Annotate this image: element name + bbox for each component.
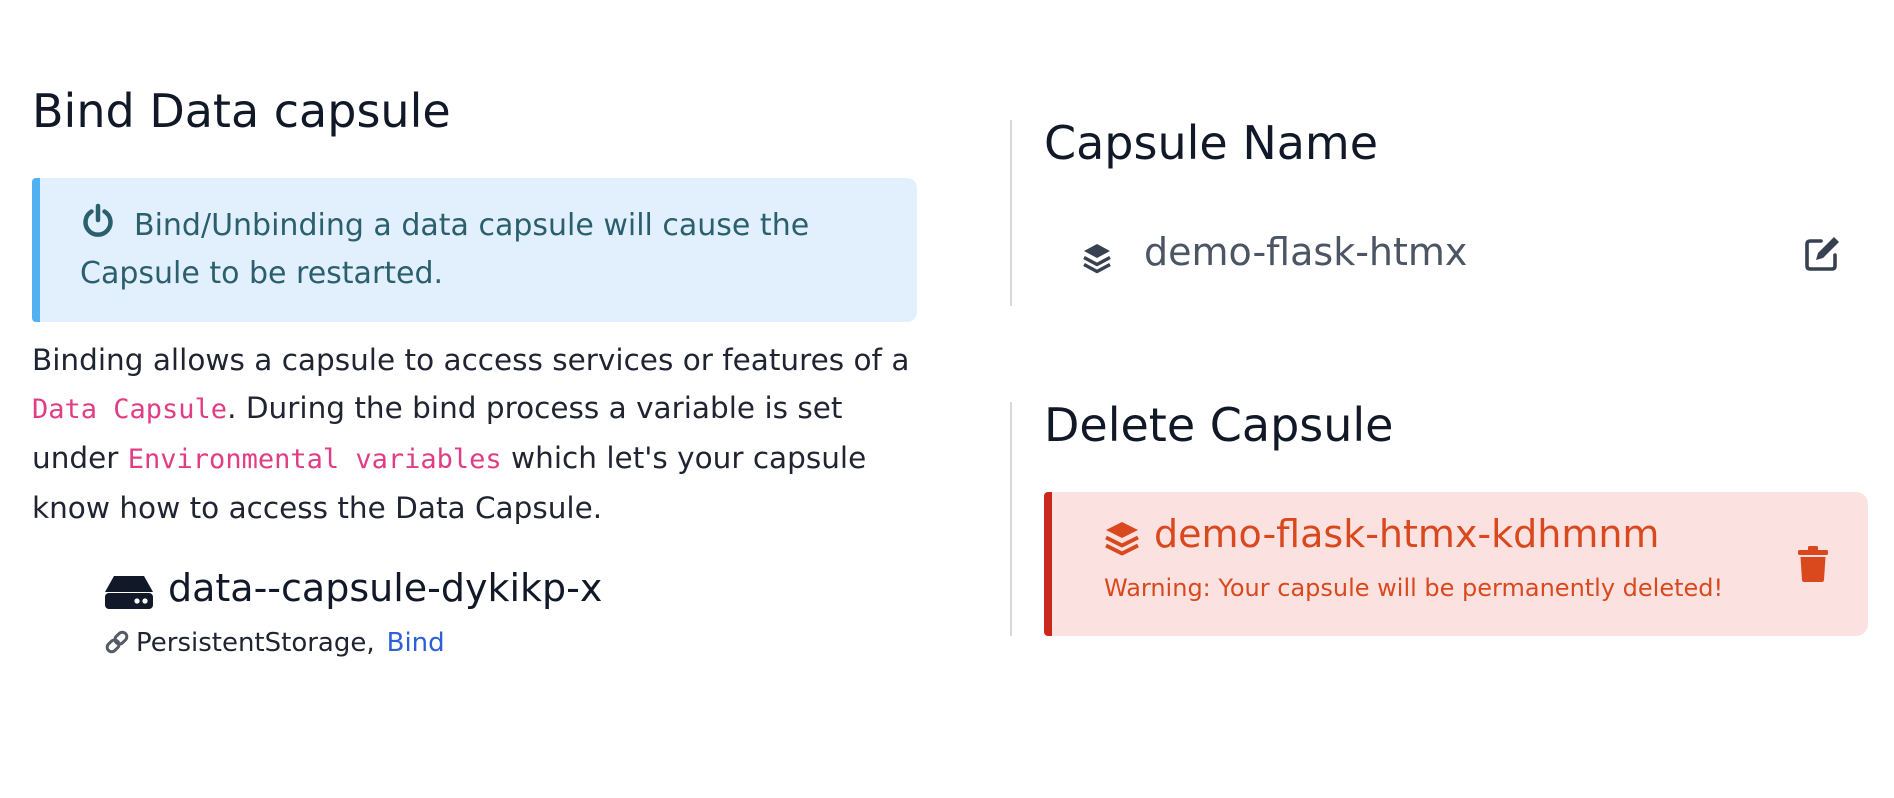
- restart-notice-text: Bind/Unbinding a data capsule will cause…: [80, 208, 810, 291]
- power-icon: [80, 203, 116, 239]
- environmental-variables-code: Environmental variables: [127, 444, 502, 475]
- edit-icon[interactable]: [1802, 234, 1842, 274]
- capsule-settings-page: Bind Data capsule Bind/Unbinding a data …: [0, 0, 1894, 798]
- bind-section-title: Bind Data capsule: [32, 84, 451, 138]
- data-capsule-type: PersistentStorage,: [136, 628, 375, 658]
- capsule-name-title: Capsule Name: [1044, 116, 1379, 170]
- layers-icon: [1082, 242, 1112, 276]
- bind-link[interactable]: Bind: [387, 628, 445, 658]
- delete-capsule-title: Delete Capsule: [1044, 398, 1394, 452]
- link-icon: [104, 629, 130, 655]
- capsule-name-divider: [1010, 120, 1012, 306]
- capsule-name-value: demo-flask-htmx: [1144, 230, 1468, 274]
- delete-warning-text: Warning: Your capsule will be permanentl…: [1104, 574, 1724, 602]
- bind-description-part1: Binding allows a capsule to access servi…: [32, 343, 910, 377]
- delete-capsule-name: demo-flask-htmx-kdhmnm: [1154, 512, 1660, 556]
- delete-capsule-alert: demo-flask-htmx-kdhmnm Warning: Your cap…: [1044, 492, 1868, 636]
- capsule-name-row: demo-flask-htmx: [1082, 230, 1842, 286]
- delete-capsule-divider: [1010, 402, 1012, 636]
- data-capsule-code: Data Capsule: [32, 394, 228, 425]
- layers-icon: [1104, 520, 1140, 558]
- bind-description: Binding allows a capsule to access servi…: [32, 336, 932, 532]
- restart-notice: Bind/Unbinding a data capsule will cause…: [32, 178, 917, 322]
- data-capsule-meta: PersistentStorage, Bind: [104, 628, 445, 658]
- trash-icon[interactable]: [1798, 545, 1828, 583]
- data-capsule-name: data--capsule-dykikp-x: [168, 566, 603, 610]
- hdd-drive-icon: [104, 574, 154, 610]
